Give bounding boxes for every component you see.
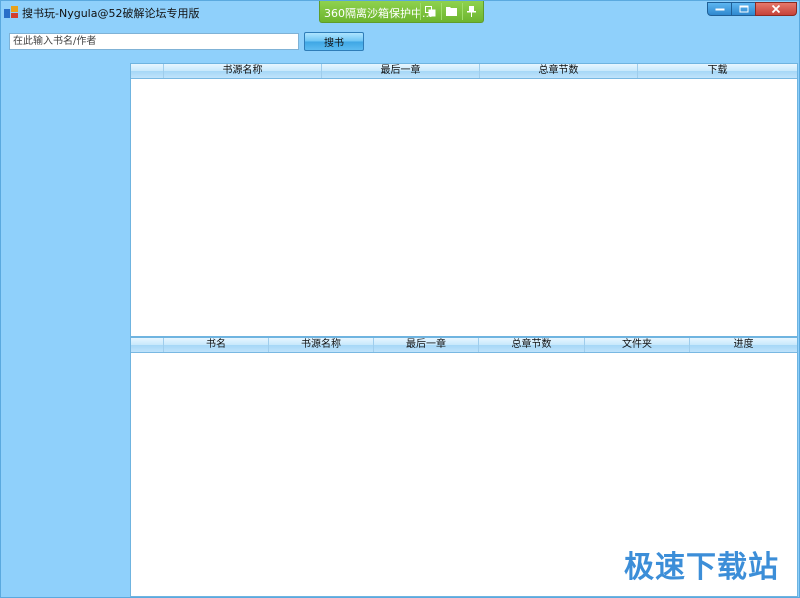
maximize-button[interactable] — [731, 2, 756, 16]
search-input[interactable] — [9, 33, 299, 50]
downloads-col-source-name[interactable]: 书源名称 — [269, 338, 374, 352]
close-icon — [771, 5, 781, 13]
search-results-grid[interactable]: 书源名称 最后一章 总章节数 下载 — [130, 63, 798, 337]
folder-icon[interactable] — [441, 3, 460, 20]
window-title: 搜书玩-Nygula@52破解论坛专用版 — [22, 7, 200, 20]
sandbox-status-text: 360隔离沙箱保护中... — [324, 7, 433, 20]
downloads-col-total-chapters[interactable]: 总章节数 — [479, 338, 585, 352]
watermark-logo: 极速下载站 — [624, 550, 779, 585]
maximize-icon — [739, 5, 748, 13]
close-button[interactable] — [755, 2, 797, 16]
download-list-grid[interactable]: 书名 书源名称 最后一章 总章节数 文件夹 进度 极速下载站 — [130, 337, 798, 597]
downloads-row-header-corner[interactable] — [131, 338, 164, 352]
results-col-total-chapters[interactable]: 总章节数 — [480, 64, 638, 78]
pin-icon[interactable] — [462, 3, 481, 20]
minimize-icon — [715, 8, 724, 11]
results-col-last-chapter[interactable]: 最后一章 — [322, 64, 480, 78]
downloads-grid-header: 书名 书源名称 最后一章 总章节数 文件夹 进度 — [131, 338, 797, 353]
downloads-col-progress[interactable]: 进度 — [690, 338, 797, 352]
downloads-col-folder[interactable]: 文件夹 — [585, 338, 690, 352]
sandbox-status-bar: 360隔离沙箱保护中... — [319, 1, 484, 23]
search-button[interactable]: 搜书 — [304, 32, 364, 51]
results-col-download[interactable]: 下载 — [638, 64, 797, 78]
downloads-col-book-name[interactable]: 书名 — [164, 338, 269, 352]
window-controls — [707, 2, 797, 16]
left-panel — [1, 63, 129, 597]
app-icon — [4, 6, 18, 19]
downloads-col-last-chapter[interactable]: 最后一章 — [374, 338, 479, 352]
minimize-button[interactable] — [707, 2, 732, 16]
app-window: 搜书玩-Nygula@52破解论坛专用版 360隔离沙箱保护中... 在此输入书… — [0, 0, 800, 598]
results-grid-header: 书源名称 最后一章 总章节数 下载 — [131, 64, 797, 79]
results-col-source-name[interactable]: 书源名称 — [164, 64, 322, 78]
sandbox-window-icon[interactable] — [420, 3, 439, 20]
results-row-header-corner[interactable] — [131, 64, 164, 78]
